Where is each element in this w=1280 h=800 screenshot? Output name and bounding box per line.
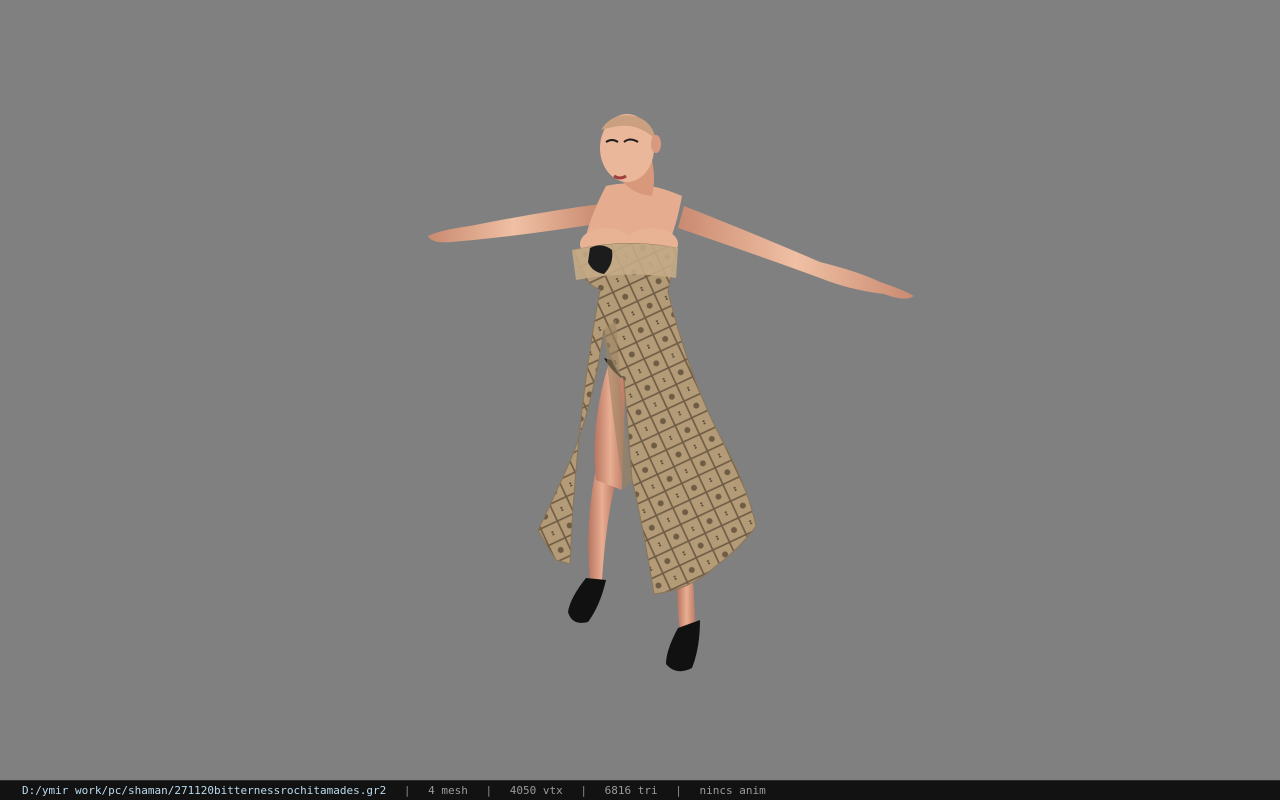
status-vertex-count: 4050 vtx <box>509 784 563 797</box>
status-separator: | <box>403 784 411 797</box>
3d-viewport[interactable] <box>0 0 1280 780</box>
status-file-path: D:/ymir work/pc/shaman/271120bitternessr… <box>22 784 387 797</box>
status-separator: | <box>485 784 493 797</box>
dress <box>537 242 757 595</box>
status-separator: | <box>675 784 682 797</box>
status-mesh-count: 4 mesh <box>428 784 468 797</box>
head <box>600 114 661 196</box>
character-model[interactable] <box>0 0 1280 780</box>
status-separator: | <box>580 784 587 797</box>
status-bar: D:/ymir work/pc/shaman/271120bitternessr… <box>0 780 1280 800</box>
status-triangle-count: 6816 tri <box>604 784 658 797</box>
status-animation: nincs anim <box>699 784 766 797</box>
